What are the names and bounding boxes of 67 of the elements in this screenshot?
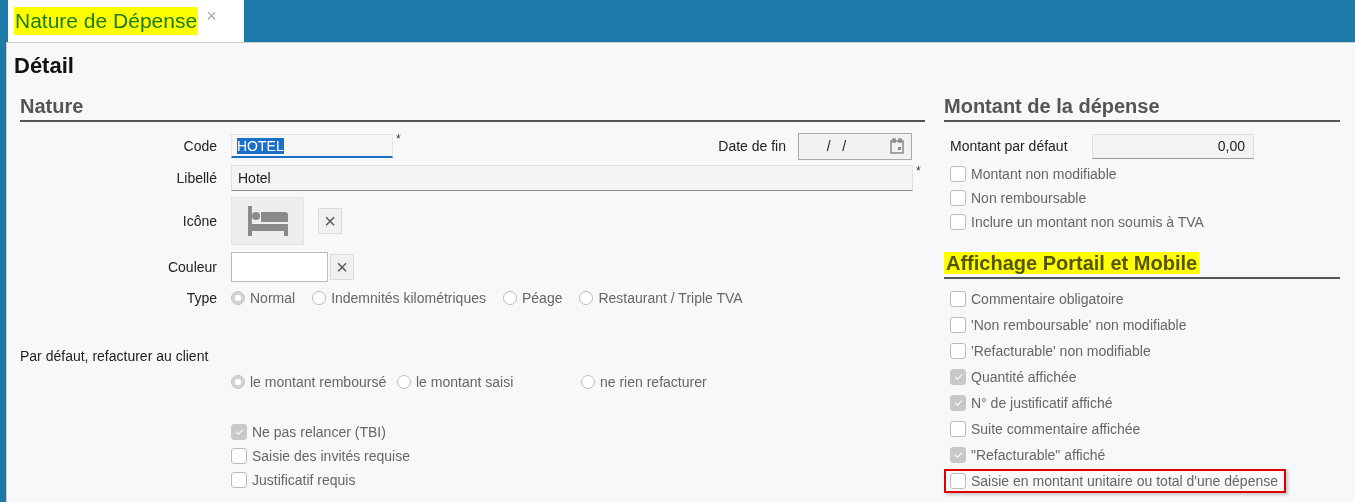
radio-icon[interactable] [397, 375, 411, 389]
checkbox[interactable] [231, 424, 247, 440]
checkbox-option[interactable]: Commentaire obligatoire [944, 287, 1132, 311]
clear-button[interactable]: × [330, 254, 354, 280]
checkbox-option[interactable]: 'Refacturable' non modifiable [944, 339, 1159, 363]
checkbox-option[interactable]: 'Non remboursable' non modifiable [944, 313, 1195, 337]
tab-title[interactable]: Nature de Dépense [14, 7, 199, 35]
checkbox[interactable] [231, 448, 247, 464]
radio-icon[interactable] [503, 291, 517, 305]
checkbox[interactable] [950, 317, 966, 333]
checkbox[interactable] [950, 343, 966, 359]
checkbox-option[interactable]: N° de justificatif affiché [944, 391, 1121, 415]
page-heading: Détail [14, 53, 75, 80]
checkbox-option[interactable]: Montant non modifiable [944, 162, 1340, 186]
amount-field[interactable]: 0,00 [1092, 133, 1254, 159]
radio-option[interactable]: Restaurant / Triple TVA [579, 290, 743, 306]
radio-option[interactable]: ne rien refacturer [581, 374, 707, 390]
label-field[interactable]: Hotel [231, 165, 913, 191]
checkbox-option[interactable]: Saisie en montant unitaire ou total d'une dépense [944, 469, 1286, 493]
section-title: Affichage Portail et Mobile [944, 252, 1200, 274]
field-label: Type [185, 290, 218, 306]
radio-option[interactable]: Péage [503, 290, 563, 306]
radio-icon[interactable] [581, 375, 595, 389]
checkbox-option[interactable]: Justificatif requis [231, 468, 925, 492]
required-mark: * [916, 164, 921, 178]
checkbox[interactable] [231, 472, 247, 488]
checkbox[interactable] [950, 291, 966, 307]
checkbox[interactable] [950, 447, 966, 463]
radio-icon[interactable] [579, 291, 594, 305]
radio-option[interactable]: Indemnités kilométriques [312, 290, 486, 306]
checkbox[interactable] [950, 395, 966, 411]
field-label: Couleur [166, 259, 218, 275]
code-field[interactable]: HOTEL [231, 134, 393, 158]
field-label: Code [182, 138, 218, 154]
radio-option[interactable]: Normal [231, 290, 296, 306]
checkbox-option[interactable]: Quantité affichée [944, 365, 1085, 389]
checkbox[interactable] [950, 190, 966, 206]
bed-icon [246, 206, 289, 236]
radio-option[interactable]: le montant remboursé [231, 374, 397, 390]
checkbox-option[interactable]: Suite commentaire affichée [944, 417, 1149, 441]
checkbox-option[interactable]: Saisie des invités requise [231, 444, 925, 468]
checkbox[interactable] [950, 421, 966, 437]
checkbox-option[interactable]: Non remboursable [944, 186, 1340, 210]
field-label: Icône [181, 213, 218, 229]
icon-picker[interactable] [231, 197, 304, 245]
field-label: Libellé [175, 170, 218, 186]
checkbox-option[interactable]: "Refacturable" affiché [944, 443, 1114, 467]
section-title: Nature [20, 95, 925, 122]
radio-icon[interactable] [231, 291, 245, 305]
clear-button[interactable]: × [318, 208, 342, 234]
section-title: Montant de la dépense [944, 95, 1340, 122]
checkbox[interactable] [950, 369, 966, 385]
checkbox[interactable] [950, 473, 966, 489]
radio-option[interactable]: le montant saisi [397, 374, 581, 390]
calendar-icon[interactable] [889, 138, 905, 154]
radio-icon[interactable] [312, 291, 327, 305]
checkbox-option[interactable]: Ne pas relancer (TBI) [231, 420, 925, 444]
checkbox-option[interactable]: Inclure un montant non soumis à TVA [944, 210, 1340, 234]
field-label: Date de fin [718, 138, 786, 154]
radio-icon[interactable] [231, 375, 245, 389]
checkbox[interactable] [950, 166, 966, 182]
field-label: Montant par défaut [950, 138, 1069, 154]
color-field[interactable] [231, 252, 328, 282]
date-field[interactable]: / / [798, 132, 912, 160]
required-mark: * [396, 132, 401, 146]
checkbox[interactable] [950, 214, 966, 230]
field-label: Par défaut, refacturer au client [20, 348, 210, 366]
